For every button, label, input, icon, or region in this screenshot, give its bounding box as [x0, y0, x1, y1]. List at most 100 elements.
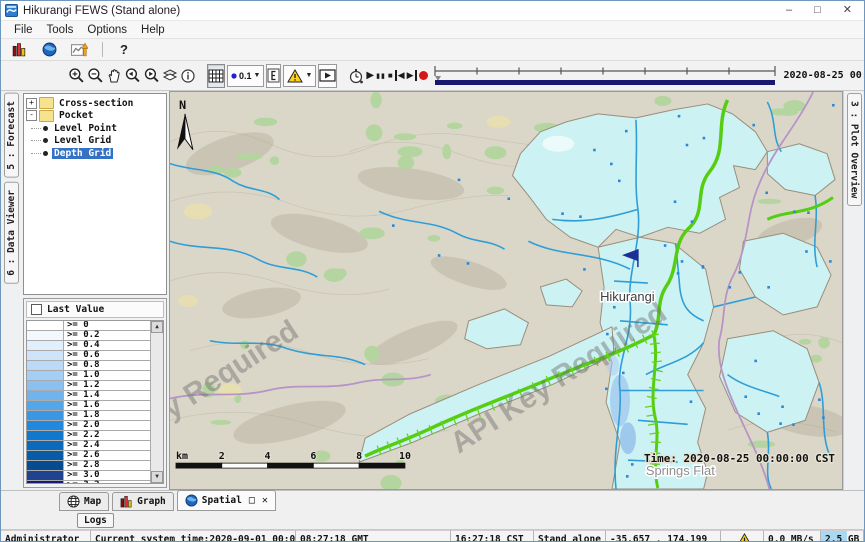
scale-button[interactable]	[266, 64, 281, 88]
maximize-button[interactable]: □	[814, 1, 821, 20]
legend-row-label: >= 0.6	[64, 351, 150, 360]
status-mode: Stand alone	[534, 530, 606, 542]
tab-close-icon[interactable]: ✕	[262, 495, 268, 506]
legend-color-swatch	[27, 421, 64, 430]
layers-button[interactable]	[161, 64, 179, 88]
status-gmt-time: 08:27:18 GMT	[296, 530, 451, 542]
menu-item-tools[interactable]: Tools	[40, 24, 81, 36]
time-slider[interactable]	[433, 65, 777, 87]
minimize-button[interactable]: –	[786, 1, 792, 20]
status-memory-gauge: 2.5 GB	[821, 530, 864, 542]
zoom-in-button[interactable]	[67, 64, 86, 88]
tree-item-level-grid[interactable]: Level Grid	[26, 135, 164, 148]
animation-button[interactable]	[318, 64, 337, 88]
tab-map[interactable]: Map	[59, 492, 109, 511]
status-coordinates: -35.657 , 174.199	[606, 530, 721, 542]
tree-item-label: Pocket	[57, 110, 95, 121]
zoom-previous-button[interactable]	[123, 64, 142, 88]
tree-item-cross-section[interactable]: +Cross-section	[26, 97, 164, 110]
pan-button[interactable]	[105, 64, 123, 88]
layers-icon	[162, 68, 178, 84]
map-viewport[interactable]: API Key Required API Key Required Hikura…	[169, 91, 843, 490]
tree-item-pocket[interactable]: - Pocket	[26, 110, 164, 123]
tree-connector	[31, 140, 41, 141]
info-button[interactable]	[179, 64, 197, 88]
pan-hand-icon	[106, 68, 122, 84]
chevron-down-icon: ▼	[254, 72, 261, 79]
record-button[interactable]	[418, 64, 429, 88]
scale-tick: 2	[219, 451, 225, 462]
status-user: Administrator	[1, 530, 91, 542]
vertical-tab-data-viewer[interactable]: 6 : Data Viewer	[4, 182, 19, 284]
title-bar: Hikurangi FEWS (Stand alone) – □ ✕	[1, 1, 864, 21]
menu-item-file[interactable]: File	[7, 24, 40, 36]
play-button[interactable]: ▶	[365, 64, 375, 88]
vertical-tab-plot-overview[interactable]: 3 : Plot Overview	[847, 93, 862, 206]
tree-expander-icon[interactable]: -	[26, 110, 37, 121]
folder-icon	[39, 97, 54, 109]
bullet-icon	[43, 151, 48, 156]
thresholds-warning-dropdown[interactable]: ▼	[283, 65, 316, 87]
logs-button[interactable]: Logs	[77, 513, 114, 528]
left-panel: +Cross-section- PocketLevel PointLevel Gr…	[21, 91, 169, 490]
legend-color-swatch	[27, 341, 64, 350]
vertical-tab-forecast[interactable]: 5 : Forecast	[4, 93, 19, 178]
place-label: Springs Flat	[646, 463, 715, 478]
zoom-next-button[interactable]	[142, 64, 161, 88]
legend-row-label: >= 2.0	[64, 421, 150, 430]
scale-unit: km	[176, 451, 188, 462]
zoom-previous-icon	[124, 67, 141, 84]
info-icon	[180, 68, 196, 84]
menu-item-help[interactable]: Help	[134, 24, 172, 36]
tab-graph[interactable]: Graph	[112, 492, 174, 511]
decimal-precision-dropdown[interactable]: 0.1▼	[227, 65, 264, 87]
zoom-out-button[interactable]	[86, 64, 105, 88]
stop-button[interactable]: ■	[387, 64, 394, 88]
tree-item-depth-grid[interactable]: Depth Grid	[26, 147, 164, 160]
timeseries-dialog-button[interactable]	[67, 38, 91, 62]
legend-table: >= 0>= 0.2>= 0.4>= 0.6>= 0.8>= 1.0>= 1.2…	[26, 320, 164, 484]
legend-row-label: >= 0.4	[64, 341, 150, 350]
north-label: N	[179, 98, 186, 112]
map-toolbar: 0.1▼ ▼ ▶ ▮▮ ■ ◀ ▶ 2020-08-25 00:00:00 CS…	[1, 61, 864, 91]
dot-icon	[231, 73, 237, 79]
time-slider-ruler	[433, 65, 777, 87]
legend-color-swatch	[27, 381, 64, 390]
data-display-button[interactable]	[7, 38, 31, 62]
pause-button[interactable]: ▮▮	[375, 64, 387, 88]
tree-item-label: Depth Grid	[52, 148, 113, 159]
record-icon	[419, 71, 428, 80]
scroll-down-icon[interactable]: ▼	[151, 471, 163, 483]
scroll-up-icon[interactable]: ▲	[151, 321, 163, 333]
legend-color-swatch	[27, 391, 64, 400]
legend-scrollbar[interactable]: ▲ ▼	[150, 321, 163, 483]
step-back-button[interactable]: ◀	[394, 64, 406, 88]
spatial-globe-icon	[185, 494, 198, 507]
help-button[interactable]: ?	[114, 42, 134, 57]
last-value-checkbox[interactable]	[31, 304, 42, 315]
time-settings-button[interactable]	[347, 64, 365, 88]
menu-item-options[interactable]: Options	[80, 24, 134, 36]
map-canvas[interactable]: API Key Required API Key Required Hikura…	[170, 92, 842, 489]
legend-color-swatch	[27, 411, 64, 420]
tab-spatial[interactable]: Spatial□✕	[177, 490, 276, 511]
grid-display-button[interactable]	[207, 64, 225, 88]
zoom-next-icon	[143, 67, 160, 84]
step-forward-button[interactable]: ▶	[406, 64, 418, 88]
status-bar: Administrator Current system time:2020-0…	[1, 530, 864, 542]
legend-row-label: >= 1.2	[64, 381, 150, 390]
toolbar-separator	[102, 42, 103, 57]
map-display-button[interactable]	[37, 38, 61, 62]
close-button[interactable]: ✕	[843, 1, 852, 20]
left-tab-strip: 5 : Forecast 6 : Data Viewer	[1, 91, 21, 490]
status-warning-cell[interactable]	[721, 530, 764, 542]
current-time-label: 2020-08-25 00:00:00 CST	[784, 70, 865, 81]
scale-E-icon	[267, 68, 280, 83]
tree-item-level-point[interactable]: Level Point	[26, 122, 164, 135]
legend-row-label: >= 0.8	[64, 361, 150, 370]
legend-row-label: >= 1.8	[64, 411, 150, 420]
chevron-down-icon: ▼	[305, 72, 312, 79]
tree-expander-icon[interactable]: +	[26, 98, 37, 109]
tree-item-label: Level Grid	[52, 135, 113, 146]
tab-maximize-icon[interactable]: □	[249, 495, 255, 506]
